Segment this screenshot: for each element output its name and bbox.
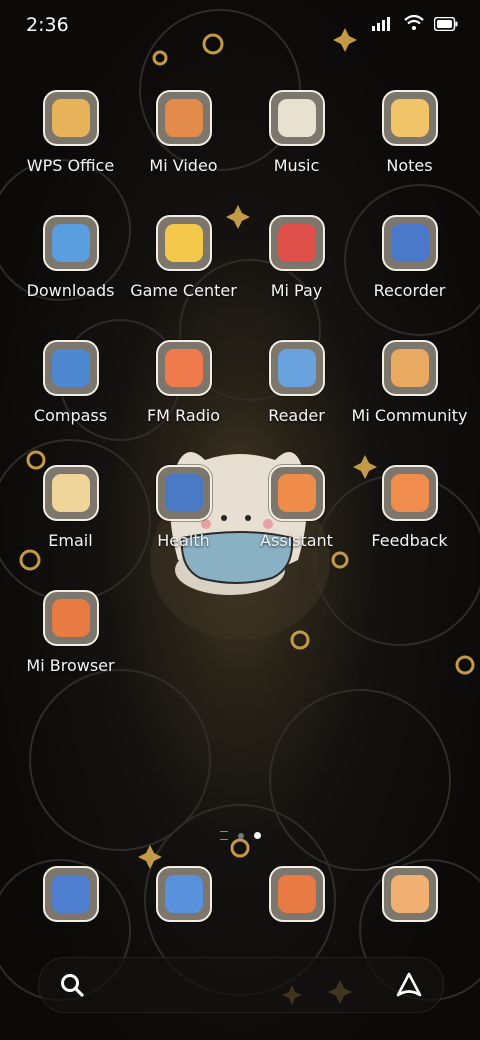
app-label: WPS Office [26, 156, 115, 175]
app-compass[interactable]: Compass [14, 340, 127, 465]
app-label: Mi Community [351, 406, 468, 425]
signal-icon [372, 15, 394, 35]
app-mi-community[interactable]: Mi Community [351, 340, 468, 465]
app-label: Downloads [26, 281, 115, 300]
app-label: Assistant [260, 531, 333, 550]
app-notes[interactable]: Notes [353, 90, 466, 215]
notes-icon [381, 90, 438, 146]
wifi-icon [404, 14, 424, 35]
dock-messages[interactable] [127, 866, 240, 922]
app-assistant[interactable]: Assistant [240, 465, 353, 590]
search-bar[interactable] [38, 957, 444, 1013]
video-icon [155, 90, 212, 146]
browser-icon [268, 866, 325, 922]
app-label: Notes [386, 156, 433, 175]
dock [14, 866, 466, 922]
app-mi-pay[interactable]: Mi Pay [240, 215, 353, 340]
app-label: Mi Video [149, 156, 218, 175]
app-label: FM Radio [146, 406, 221, 425]
app-fm-radio[interactable]: FM Radio [127, 340, 240, 465]
page-indicator[interactable] [0, 831, 480, 840]
feedback-icon [381, 465, 438, 521]
page-dot [237, 832, 244, 839]
search-icon[interactable] [59, 972, 85, 1002]
app-game-center[interactable]: Game Center [127, 215, 240, 340]
compass-icon [42, 340, 99, 396]
browser-icon [42, 590, 99, 646]
app-label: Email [48, 531, 93, 550]
app-recorder[interactable]: Recorder [353, 215, 466, 340]
book-icon [268, 340, 325, 396]
music-icon [268, 90, 325, 146]
page-dot-active [253, 832, 261, 839]
app-label: Compass [33, 406, 108, 425]
dock-phone[interactable] [14, 866, 127, 922]
app-label: Health [157, 531, 210, 550]
download-icon [42, 215, 99, 271]
dock-camera[interactable] [353, 866, 466, 922]
app-feedback[interactable]: Feedback [353, 465, 466, 590]
app-label: Reader [268, 406, 325, 425]
app-label: Feedback [371, 531, 448, 550]
app-music[interactable]: Music [240, 90, 353, 215]
app-wps-office[interactable]: WPS Office [14, 90, 127, 215]
assistant-logo-icon[interactable] [395, 971, 423, 1003]
app-reader[interactable]: Reader [240, 340, 353, 465]
dock-browser[interactable] [240, 866, 353, 922]
app-label: Mi Pay [270, 281, 323, 300]
pacman-icon [155, 215, 212, 271]
wallet-icon [268, 215, 325, 271]
status-time: 2:36 [26, 14, 69, 36]
camera-icon [381, 866, 438, 922]
app-mi-browser[interactable]: Mi Browser [14, 590, 127, 715]
app-label: Game Center [130, 281, 237, 300]
assistant-icon [268, 465, 325, 521]
radio-icon [381, 215, 438, 271]
health-icon [155, 465, 212, 521]
app-mi-video[interactable]: Mi Video [127, 90, 240, 215]
status-bar: 2:36 [0, 0, 480, 52]
battery-icon [433, 16, 458, 35]
messages-icon [155, 866, 212, 922]
phone-cat-icon [42, 866, 99, 922]
app-label: Music [273, 156, 320, 175]
app-email[interactable]: Email [14, 465, 127, 590]
app-health[interactable]: Health [127, 465, 240, 590]
envelope-icon [42, 465, 99, 521]
box-icon [381, 340, 438, 396]
app-label: Mi Browser [26, 656, 115, 675]
app-downloads[interactable]: Downloads [14, 215, 127, 340]
fm-radio-icon [155, 340, 212, 396]
wps-icon [42, 90, 99, 146]
app-grid: WPS Office Mi Video Music Notes Download… [14, 90, 468, 715]
page-dot-feed [219, 831, 228, 840]
app-label: Recorder [373, 281, 446, 300]
